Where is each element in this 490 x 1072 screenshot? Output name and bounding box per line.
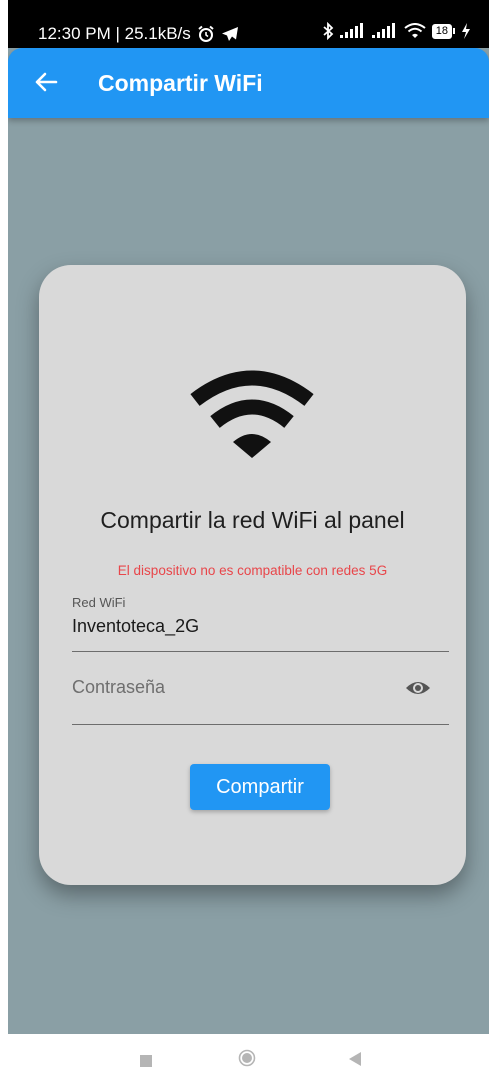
password-field-underline	[72, 724, 449, 725]
network-field-underline	[72, 651, 449, 652]
eye-icon[interactable]	[405, 678, 431, 698]
signal-icon-1	[339, 23, 363, 38]
card-title: Compartir la red WiFi al panel	[100, 507, 405, 533]
battery-tip	[453, 28, 455, 34]
battery-indicator: 18	[431, 23, 455, 39]
network-name-input[interactable]	[72, 616, 392, 637]
password-input[interactable]	[72, 677, 372, 698]
nav-back-button[interactable]	[348, 1051, 362, 1067]
warning-message: El dispositivo no es compatible con rede…	[117, 563, 388, 578]
network-field-label: Red WiFi	[72, 595, 126, 610]
status-time-speed: 12:30 PM | 25.1kB/s	[38, 24, 191, 43]
alarm-icon	[198, 25, 214, 42]
app-title: Compartir WiFi	[98, 70, 263, 96]
home-button[interactable]	[238, 1049, 256, 1067]
status-bar: 12:30 PM | 25.1kB/s 18	[8, 0, 489, 48]
battery-level: 18	[431, 23, 452, 39]
charging-icon	[462, 23, 470, 39]
app-screen: 12:30 PM | 25.1kB/s 18 Compartir WiFi Co…	[8, 0, 489, 1034]
wifi-icon	[190, 370, 314, 458]
telegram-icon	[221, 27, 238, 41]
app-bar: Compartir WiFi	[8, 48, 489, 118]
status-left: 12:30 PM | 25.1kB/s	[38, 24, 239, 44]
share-button[interactable]: Compartir	[190, 764, 330, 810]
system-nav-bar	[0, 1034, 490, 1072]
share-wifi-card: Compartir la red WiFi al panel El dispos…	[39, 265, 466, 885]
status-right: 18	[322, 22, 471, 40]
back-arrow-icon[interactable]	[30, 66, 62, 98]
recent-apps-button[interactable]	[140, 1055, 152, 1067]
signal-icon-2	[371, 23, 395, 38]
wifi-status-icon	[404, 23, 426, 38]
bluetooth-icon	[323, 22, 334, 40]
